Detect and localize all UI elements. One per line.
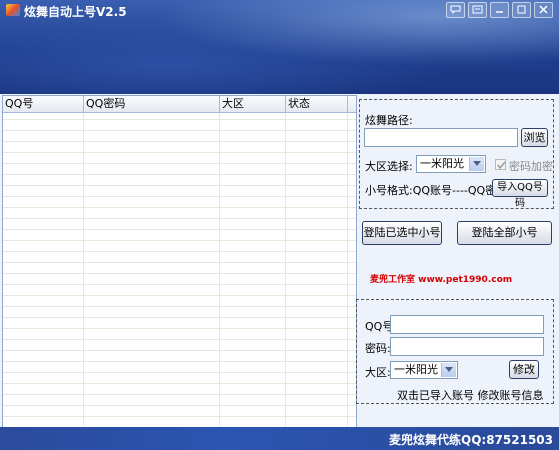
edit-region-label: 大区:	[365, 366, 391, 379]
title-bar: 炫舞自动上号V2.5	[0, 0, 559, 94]
chevron-down-icon[interactable]	[441, 363, 456, 377]
app-icon	[6, 4, 20, 16]
status-bar: 麦兜炫舞代练QQ:87521503	[0, 427, 559, 450]
password-encrypt-checkbox[interactable]	[495, 159, 506, 170]
import-accounts-button[interactable]: 导入QQ号码	[492, 179, 548, 209]
account-table[interactable]: QQ号 QQ密码 大区 状态	[2, 95, 357, 428]
path-input[interactable]	[364, 128, 518, 147]
login-settings-panel: 炫舞路径: 浏览 大区选择: 一米阳光 密码加密 小号格式:QQ账号----QQ…	[359, 99, 554, 209]
browse-button[interactable]: 浏览	[521, 128, 548, 147]
password-encrypt-label: 密码加密	[509, 160, 553, 173]
column-header-password[interactable]: QQ密码	[84, 96, 220, 112]
close-icon[interactable]	[534, 2, 553, 18]
path-label: 炫舞路径:	[365, 114, 413, 127]
login-all-button[interactable]: 登陆全部小号	[457, 221, 552, 245]
chevron-down-icon[interactable]	[469, 157, 484, 171]
contact-text: 麦兜炫舞代练QQ:87521503	[389, 433, 553, 447]
minimize-icon[interactable]	[490, 2, 509, 18]
column-header-region[interactable]: 大区	[220, 96, 286, 112]
region-label: 大区选择:	[365, 160, 413, 173]
edit-account-panel: QQ号: 密码: 大区: 一米阳光 修改 双击已导入账号 修改账号信息	[356, 299, 554, 404]
qq-input[interactable]	[390, 315, 544, 334]
region-select-value: 一米阳光	[420, 157, 464, 170]
edit-region-select-value: 一米阳光	[394, 363, 438, 376]
promo-text: 麦兜工作室 www.pet1990.com	[370, 275, 513, 285]
table-header: QQ号 QQ密码 大区 状态	[3, 96, 356, 113]
window-controls	[446, 2, 553, 18]
edit-hint: 双击已导入账号 修改账号信息	[397, 389, 544, 402]
menu-icon[interactable]	[468, 2, 487, 18]
password-label: 密码:	[365, 342, 391, 355]
modify-button[interactable]: 修改	[509, 360, 539, 379]
account-format-label: 小号格式:QQ账号----QQ密码	[365, 184, 508, 197]
window-title: 炫舞自动上号V2.5	[24, 5, 127, 19]
feedback-icon[interactable]	[446, 2, 465, 18]
password-input[interactable]	[390, 337, 544, 356]
column-header-qq[interactable]: QQ号	[3, 96, 84, 112]
column-header-status[interactable]: 状态	[286, 96, 348, 112]
region-select[interactable]: 一米阳光	[416, 155, 486, 173]
login-selected-button[interactable]: 登陆已选中小号	[362, 221, 442, 245]
maximize-icon[interactable]	[512, 2, 531, 18]
edit-region-select[interactable]: 一米阳光	[390, 361, 458, 379]
table-body[interactable]	[3, 113, 356, 427]
